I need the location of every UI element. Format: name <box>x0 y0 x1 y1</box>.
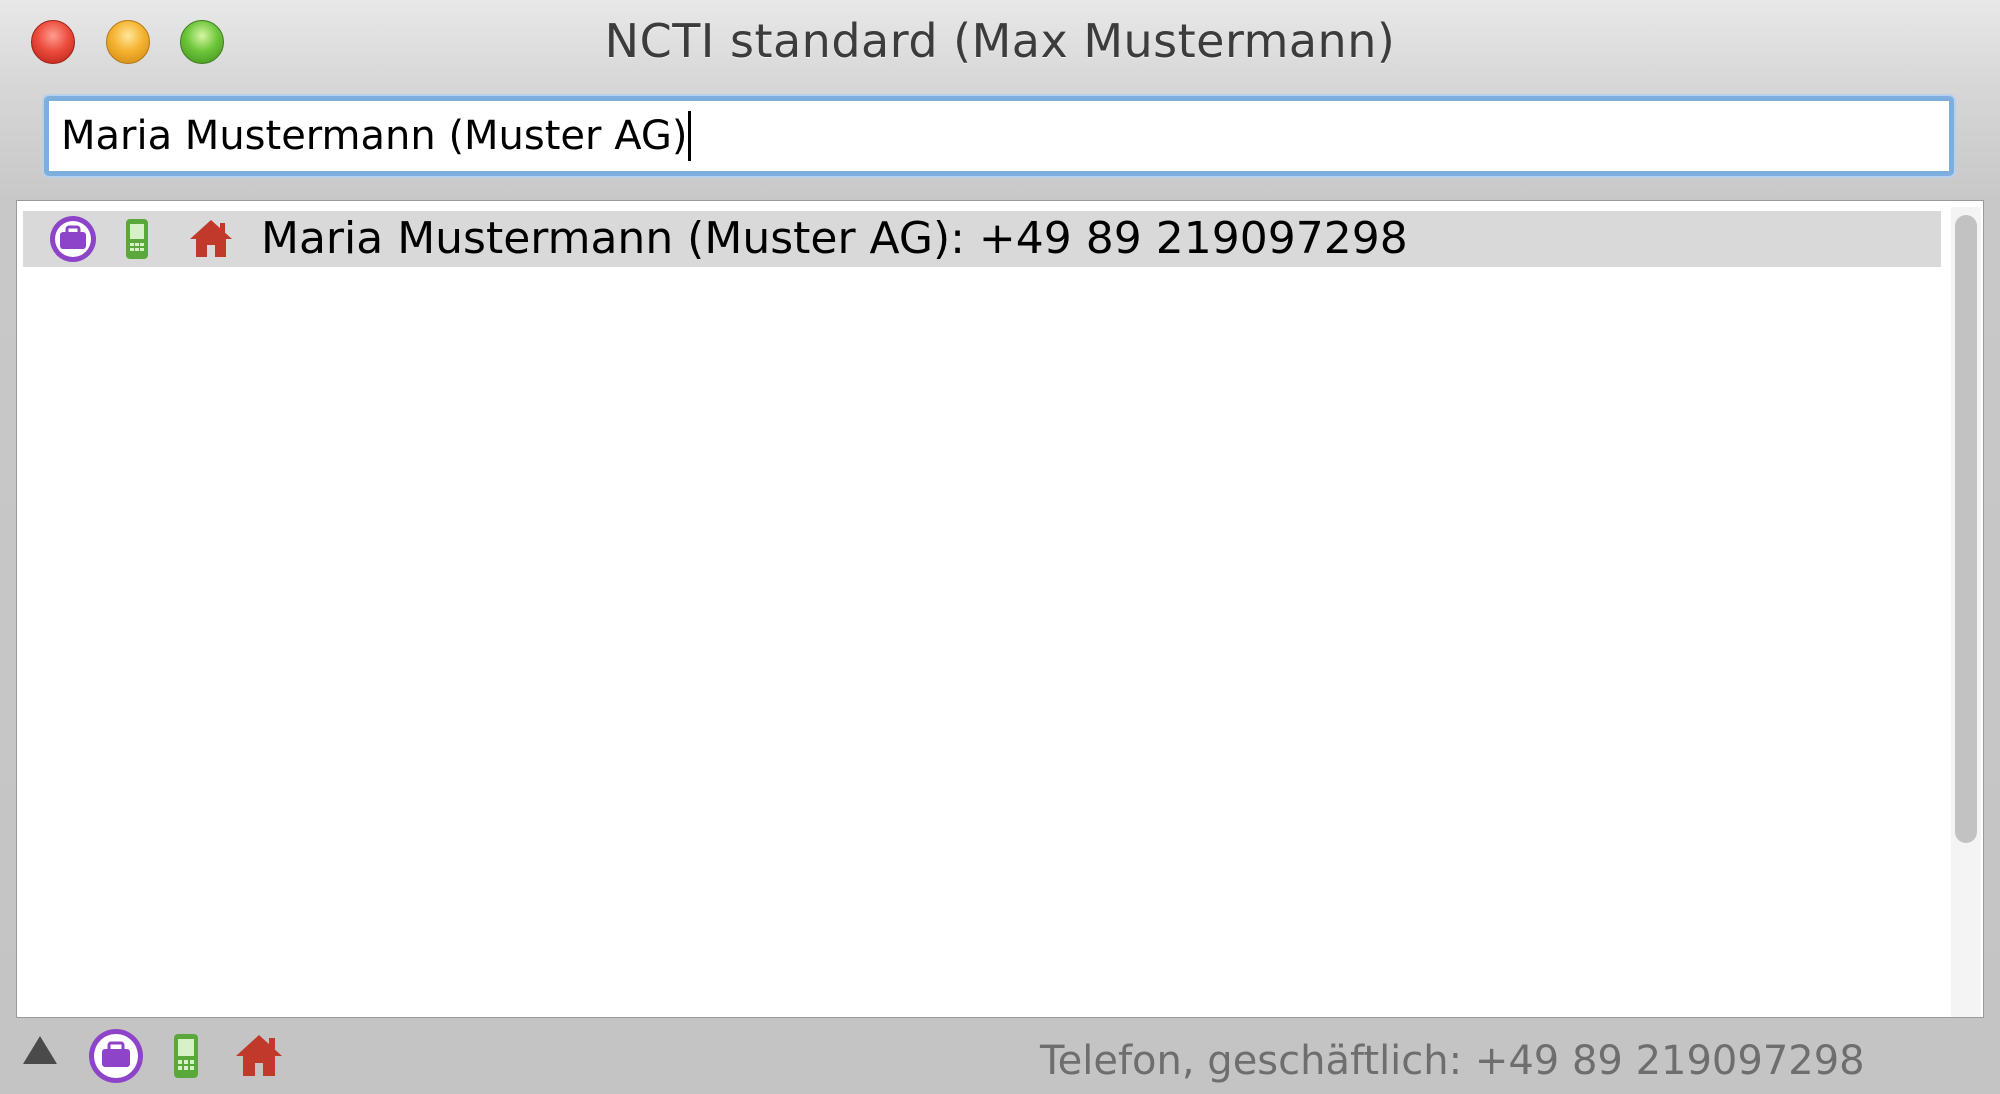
triangle-up-icon[interactable] <box>20 1032 60 1068</box>
search-input[interactable]: Maria Mustermann (Muster AG) <box>44 96 1954 176</box>
briefcase-icon[interactable] <box>45 214 101 264</box>
search-input-value: Maria Mustermann (Muster AG) <box>61 113 688 159</box>
mobile-phone-icon[interactable] <box>123 217 151 261</box>
briefcase-icon[interactable] <box>86 1026 146 1086</box>
home-icon[interactable] <box>188 217 234 259</box>
vertical-scrollbar[interactable] <box>1951 207 1981 1017</box>
mobile-phone-icon[interactable] <box>170 1032 202 1080</box>
window-title: NCTI standard (Max Mustermann) <box>604 14 1396 68</box>
text-caret <box>688 111 692 161</box>
title-bar[interactable]: NCTI standard (Max Mustermann) <box>0 0 2000 90</box>
status-text: Telefon, geschäftlich: +49 89 219097298 <box>1040 1038 1865 1084</box>
results-list: Maria Mustermann (Muster AG): +49 89 219… <box>16 200 1984 1018</box>
app-window: NCTI standard (Max Mustermann) Maria Mus… <box>0 0 2000 1094</box>
scrollbar-thumb[interactable] <box>1955 215 1977 843</box>
result-text: Maria Mustermann (Muster AG): +49 89 219… <box>261 213 1408 264</box>
result-row[interactable]: Maria Mustermann (Muster AG): +49 89 219… <box>23 211 1941 267</box>
home-icon[interactable] <box>234 1032 284 1078</box>
status-bar: Telefon, geschäftlich: +49 89 219097298 <box>0 1018 2000 1094</box>
